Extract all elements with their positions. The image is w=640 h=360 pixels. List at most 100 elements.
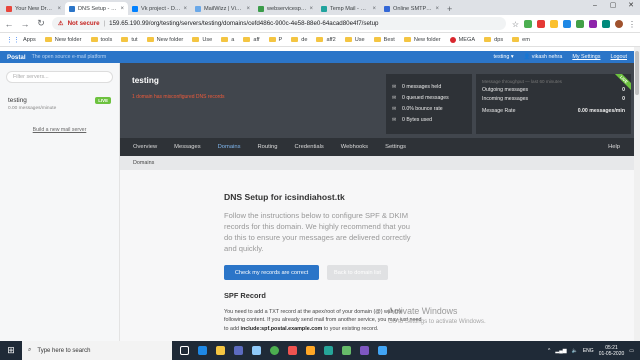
minimize-icon[interactable]: – [586,0,604,12]
reload-icon[interactable]: ↻ [36,18,46,29]
volume-icon[interactable]: 🔈 [572,348,578,354]
profile-avatar[interactable] [615,19,623,28]
tab-webhooks[interactable]: Webhooks [341,144,368,150]
bookmark-folder[interactable]: tools [90,37,112,43]
back-to-domains-button[interactable]: Back to domain list [327,265,388,280]
postal-logo[interactable]: Postal [7,54,26,61]
user-name[interactable]: 👤 vikash nehra [524,54,563,60]
tab-overview[interactable]: Overview [133,144,157,150]
throughput-panel: Message throughput — last 60 minutes Out… [476,74,631,134]
extension-icon[interactable] [576,19,584,28]
browser-tab[interactable]: webservicespot | × [254,2,317,15]
browser-tab-active[interactable]: DNS Setup - icsin× [65,2,128,15]
bookmark-folder[interactable]: aff2 [316,37,336,43]
url-input[interactable]: ⚠ Not secure | 159.65.190.99/org/testing… [52,17,506,30]
bookmark-folder[interactable]: Use [344,37,365,43]
app-icon[interactable] [324,346,333,355]
tab-credentials[interactable]: Credentials [294,144,323,150]
clock[interactable]: 05:21 01-05-2020 [599,345,625,357]
tab-messages[interactable]: Messages [174,144,200,150]
extension-icon[interactable] [589,19,597,28]
back-icon[interactable]: ← [4,19,14,29]
extension-icon[interactable] [524,19,532,28]
close-tab-icon[interactable]: × [435,6,439,12]
browser-tab[interactable]: Your New Droplet × [2,2,65,15]
bookmark-folder[interactable]: New folder [403,37,441,43]
subnav-breadcrumb[interactable]: Domains [120,156,634,170]
stat-queued: ✉ 0 queued messages [392,94,449,101]
bookmark-folder[interactable]: a [221,37,234,43]
header-user-menu: testing ▾ 👤 vikash nehra My Settings Log… [493,54,627,60]
browser-tab[interactable]: Temp Mail - Disp × [317,2,380,15]
taskbar-search[interactable]: ⌕ Type here to search [22,341,172,360]
folder-icon [484,37,492,42]
tab-settings[interactable]: Settings [385,144,406,150]
page-scrollbar[interactable] [634,47,640,341]
folder-icon [403,37,411,42]
bookmark-folder[interactable]: Best [373,37,395,43]
help-link[interactable]: Help [608,144,620,150]
url-text: 159.65.190.99/org/testing/servers/testin… [109,20,379,27]
explorer-icon[interactable] [216,346,225,355]
close-tab-icon[interactable]: × [120,6,124,12]
stat-held: ✉ 0 messages held [392,83,442,90]
network-icon[interactable]: ▂▄▆ [555,348,566,354]
language-indicator[interactable]: ENG [583,348,594,354]
check-records-button[interactable]: Check my records are correct [224,265,319,280]
main-content: DNS Setup for icsindiahost.tk Follow the… [120,170,634,341]
close-tab-icon[interactable]: × [372,6,376,12]
filter-servers-input[interactable]: Filter servers... [6,71,113,83]
dns-warning[interactable]: 1 domain has misconfigured DNS records [132,94,225,100]
task-view-icon[interactable] [180,346,189,355]
forward-icon[interactable]: → [20,19,30,29]
tab-domains[interactable]: Domains [218,144,241,150]
app-icon[interactable] [342,346,351,355]
bookmark-folder[interactable]: dps [484,37,503,43]
extension-icon[interactable] [563,19,571,28]
store-icon[interactable] [234,346,243,355]
bookmark-folder[interactable]: Use [192,37,212,43]
app-icon[interactable] [306,346,315,355]
maximize-icon[interactable]: ▢ [604,0,622,12]
bookmark-folder[interactable]: New folder [44,37,82,43]
bookmark-folder[interactable]: tut [121,37,138,43]
extension-icon[interactable] [537,19,545,28]
windows-start-icon[interactable]: ⊞ [0,345,22,356]
mail-icon[interactable] [252,346,261,355]
bookmark-folder[interactable]: New folder [146,37,183,43]
app-icon[interactable] [288,346,297,355]
close-tab-icon[interactable]: × [183,6,187,12]
org-switcher[interactable]: testing ▾ [493,54,513,60]
browser-tab[interactable]: Vk project - Digit × [128,2,191,15]
new-tab-button[interactable]: + [443,2,456,15]
logout-link[interactable]: Logout [611,54,628,60]
bookmark-apps[interactable]: ⋮⋮ Apps [6,36,36,44]
browser-tab[interactable]: Online SMTP tool × [380,2,443,15]
build-server-link[interactable]: Build a new mail server [0,127,119,133]
extensions: ☆ ⋮ [512,19,636,29]
bookmark-folder[interactable]: em [512,37,530,43]
notifications-icon[interactable]: ▭ [629,348,634,354]
extension-icon[interactable] [602,19,610,28]
bookmark-folder[interactable]: P [268,37,282,43]
server-list-item[interactable]: testing LIVE 0.00 messages/minute [0,93,119,115]
close-tab-icon[interactable]: × [57,6,61,12]
star-icon[interactable]: ☆ [512,20,519,29]
close-tab-icon[interactable]: × [309,6,313,12]
my-settings-link[interactable]: My Settings [572,54,600,60]
app-icon[interactable] [360,346,369,355]
bookmark-mega[interactable]: MEGA [449,36,475,43]
scrollbar-thumb[interactable] [635,51,639,95]
tray-chevron-icon[interactable]: ^ [548,348,550,354]
bookmark-folder[interactable]: de [291,37,307,43]
browser-tab[interactable]: MailWizz | View d × [191,2,254,15]
close-tab-icon[interactable]: × [246,6,250,12]
tab-routing[interactable]: Routing [257,144,277,150]
chrome-icon[interactable] [270,346,279,355]
app-icon[interactable] [378,346,387,355]
bookmark-folder[interactable]: aff [243,37,260,43]
extension-icon[interactable] [550,19,558,28]
edge-icon[interactable] [198,346,207,355]
menu-icon[interactable]: ⋮ [628,20,636,29]
close-window-icon[interactable]: ✕ [622,0,640,12]
